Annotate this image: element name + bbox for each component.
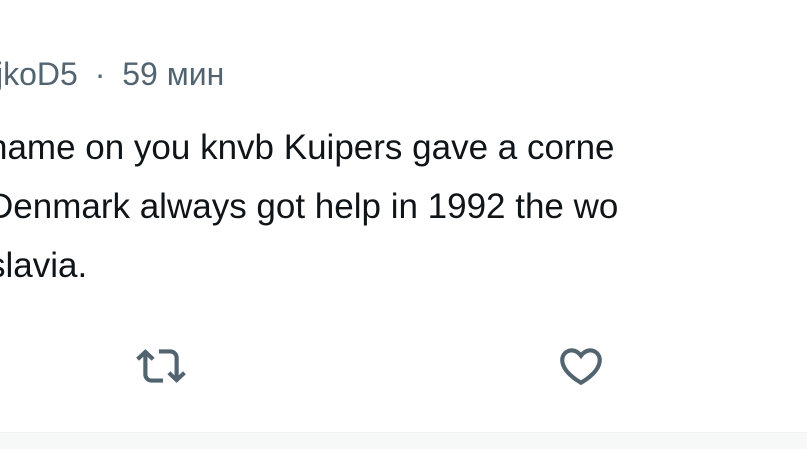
tweet-text-line: slavia. — [0, 246, 88, 285]
divider — [0, 432, 807, 449]
separator-dot: · — [94, 56, 106, 92]
tweet-text-line: Denmark always got help in 1992 the wo — [0, 187, 619, 226]
like-button[interactable] — [551, 336, 611, 396]
retweet-icon — [136, 349, 186, 383]
heart-icon — [560, 348, 602, 386]
username[interactable]: jkoD5 — [0, 56, 78, 92]
tweet-actions — [0, 336, 807, 398]
tweet-card[interactable]: jkoD5 · 59 мин hame on you knvb Kuipers … — [0, 0, 807, 449]
tweet-header: jkoD5 · 59 мин — [0, 52, 224, 96]
retweet-button[interactable] — [131, 336, 191, 396]
tweet-text: hame on you knvb Kuipers gave a corne De… — [0, 118, 618, 295]
tweet-text-line: hame on you knvb Kuipers gave a corne — [0, 128, 615, 167]
timestamp[interactable]: 59 мин — [122, 56, 224, 92]
